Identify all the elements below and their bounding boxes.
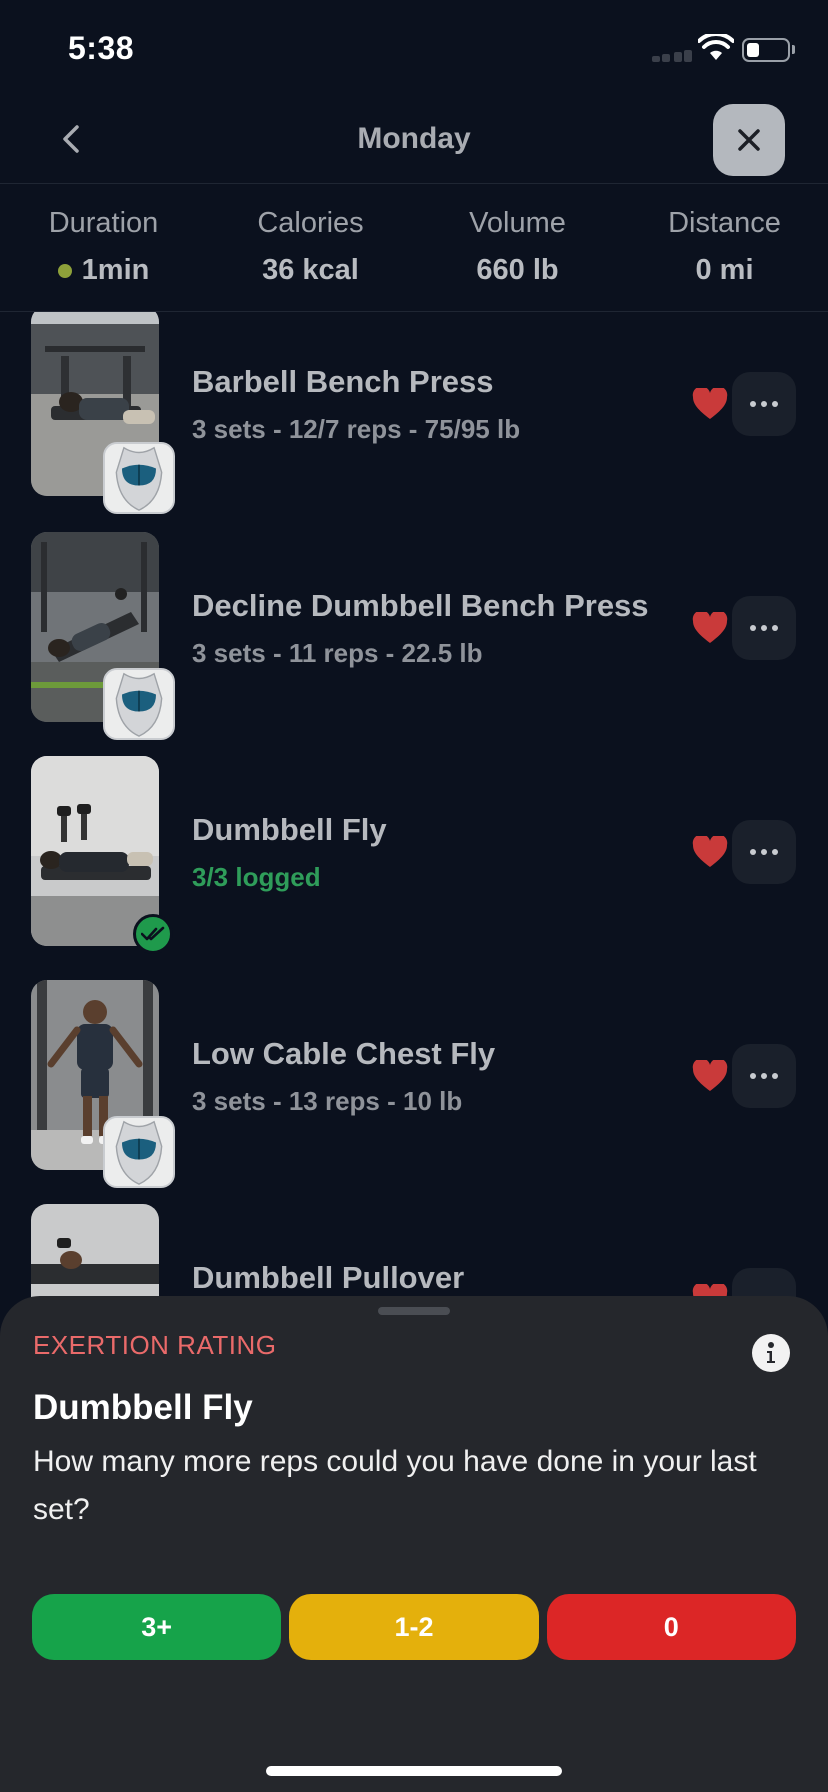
rating-1-2-button[interactable]: 1-2 [289,1594,539,1660]
stat-value-wrap: 1min [0,254,207,287]
more-options-button[interactable] [732,820,796,884]
ellipsis-icon [750,625,778,631]
sheet-question: How many more reps could you have done i… [33,1445,757,1526]
sheet-grabber-handle[interactable] [378,1307,450,1315]
stat-duration: Duration 1min [0,185,207,311]
info-icon [767,1342,775,1363]
exercise-name: Barbell Bench Press [192,364,494,399]
heart-icon[interactable] [692,388,728,420]
stat-value: 660 lb [476,254,559,286]
ellipsis-icon [750,401,778,407]
muscle-diagram-icon [103,668,175,740]
stat-value: 36 kcal [262,254,359,286]
stat-label: Calories [257,207,364,239]
exercise-list: Barbell Bench Press 3 sets - 12/7 reps -… [0,312,828,1312]
rating-3-plus-button[interactable]: 3+ [32,1594,282,1660]
exercise-detail: 3 sets - 13 reps - 10 lb [192,1086,463,1116]
heart-icon[interactable] [692,612,728,644]
wifi-icon [698,34,734,60]
stat-label: Volume [469,207,566,239]
muscle-diagram-icon [103,1116,175,1188]
nav-bar: Monday [0,96,828,184]
list-item[interactable]: Barbell Bench Press 3 sets - 12/7 reps -… [0,312,828,536]
more-options-button[interactable] [732,372,796,436]
double-check-icon [141,926,165,941]
list-item[interactable]: Low Cable Chest Fly 3 sets - 13 reps - 1… [0,980,828,1208]
rating-0-button[interactable]: 0 [546,1594,796,1660]
battery-tip [792,45,795,54]
more-options-button[interactable] [732,596,796,660]
heart-icon[interactable] [692,1060,728,1092]
exercise-logged-status: 3/3 logged [192,862,321,892]
ellipsis-icon [750,1073,778,1079]
ellipsis-icon [750,849,778,855]
stat-distance: Distance 0 mi [621,185,828,311]
heart-icon[interactable] [692,836,728,868]
logged-check-badge [133,914,173,954]
rating-options: 3+ 1-2 0 [32,1594,796,1660]
status-bar: 5:38 [0,0,828,96]
more-options-button[interactable] [732,1044,796,1108]
stat-label: Distance [668,207,781,239]
list-item[interactable]: Dumbbell Fly 3/3 logged [0,756,828,984]
battery-icon [742,38,790,62]
workout-stats: Duration 1min Calories 36 kcal Volume 66… [0,185,828,312]
exercise-name: Low Cable Chest Fly [192,1036,496,1071]
close-icon [738,129,760,151]
live-indicator-dot [57,263,72,278]
close-button[interactable] [713,104,785,176]
exercise-name: Dumbbell Fly [192,812,387,847]
exercise-detail: 3 sets - 11 reps - 22.5 lb [192,638,483,668]
sheet-section-label: EXERTION RATING [33,1330,277,1360]
stat-volume: Volume 660 lb [414,185,621,311]
home-indicator[interactable] [266,1766,562,1776]
status-time: 5:38 [68,30,135,66]
stat-value: 0 mi [695,254,754,286]
exercise-detail: 3 sets - 12/7 reps - 75/95 lb [192,414,521,444]
page-title: Monday [357,122,471,155]
stat-calories: Calories 36 kcal [207,185,414,311]
stat-value: 1min [81,254,150,286]
exercise-name: Dumbbell Pullover [192,1260,465,1295]
info-button[interactable] [752,1334,790,1372]
workout-screen: 5:38 Monday Duration 1min Calories 36 kc… [0,0,828,1792]
stat-label: Duration [48,207,159,239]
sheet-exercise-title: Dumbbell Fly [33,1388,253,1427]
muscle-diagram-icon [103,442,175,514]
list-item[interactable]: Decline Dumbbell Bench Press 3 sets - 11… [0,532,828,760]
exercise-name: Decline Dumbbell Bench Press [192,588,649,623]
exertion-rating-sheet: EXERTION RATING Dumbbell Fly How many mo… [0,1296,828,1792]
cellular-signal-icon [652,50,692,62]
